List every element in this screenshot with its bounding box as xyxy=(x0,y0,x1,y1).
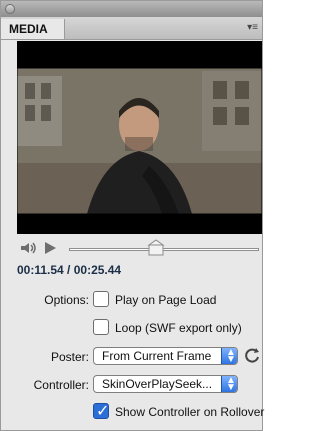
duration: 00:25.44 xyxy=(73,263,122,277)
playback-controls xyxy=(17,239,262,259)
show-controller-on-rollover-checkbox[interactable]: ✓ xyxy=(93,403,110,420)
poster-select[interactable]: From Current Frame ▲ ▼ xyxy=(93,347,238,365)
controller-label: Controller: xyxy=(33,378,89,392)
speaker-icon[interactable] xyxy=(19,240,39,261)
video-frame-image xyxy=(17,41,262,234)
play-on-page-load-label: Play on Page Load xyxy=(115,293,217,307)
tab-bar: MEDIA ▾≡ xyxy=(1,17,262,40)
poster-select-arrows-icon[interactable]: ▲ ▼ xyxy=(221,348,237,364)
controller-select[interactable]: SkinOverPlaySeek... ▲ ▼ xyxy=(93,375,238,393)
seek-slider-thumb[interactable] xyxy=(146,239,166,264)
timecode: 00:11.54 / 00:25.44 xyxy=(17,263,121,277)
poster-label: Poster: xyxy=(50,350,89,364)
play-icon[interactable] xyxy=(43,241,57,260)
tab-media[interactable]: MEDIA xyxy=(1,19,65,39)
loop-checkbox[interactable] xyxy=(93,319,109,335)
show-controller-on-rollover-label: Show Controller on Rollover xyxy=(115,405,265,419)
media-panel: MEDIA ▾≡ 00:11.54 / 00:25.44 Options: Pl… xyxy=(0,0,265,431)
play-on-page-load-checkbox[interactable] xyxy=(93,291,109,307)
loop-label: Loop (SWF export only) xyxy=(115,321,242,335)
panel-menu-icon[interactable]: ▾≡ xyxy=(247,22,258,33)
video-preview xyxy=(17,41,262,234)
time-separator: / xyxy=(63,263,74,277)
controller-select-value: SkinOverPlaySeek... xyxy=(102,377,213,391)
poster-select-value: From Current Frame xyxy=(102,349,212,363)
options-label: Options: xyxy=(44,293,89,307)
checkmark-icon: ✓ xyxy=(96,403,110,420)
refresh-icon[interactable] xyxy=(243,346,261,369)
close-icon[interactable] xyxy=(5,4,15,14)
panel-title-bar[interactable] xyxy=(1,1,262,17)
controller-select-arrows-icon[interactable]: ▲ ▼ xyxy=(221,376,237,392)
current-time: 00:11.54 xyxy=(17,263,64,277)
